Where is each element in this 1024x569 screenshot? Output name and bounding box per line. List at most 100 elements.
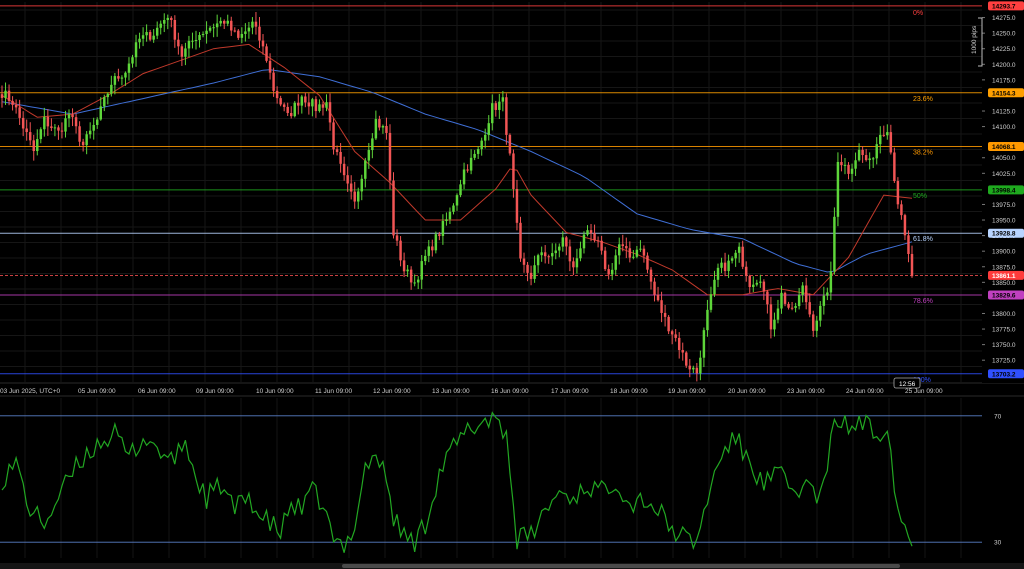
candle-body [434, 234, 438, 251]
candle-body [131, 57, 134, 64]
time-tick-label: 25 Jun 09:00 [905, 388, 943, 395]
candle-body [822, 295, 826, 306]
candle-body [184, 48, 187, 57]
candle-body [208, 27, 212, 31]
candle-body [448, 211, 452, 220]
price-tick-label: 14050.0 [992, 155, 1016, 162]
fib-price-badge-label: 13928.8 [992, 231, 1016, 238]
candle-body [452, 205, 455, 212]
horizontal-scrollbar[interactable] [0, 563, 1024, 569]
candle-body [424, 255, 427, 262]
candle-body [716, 267, 720, 280]
candle-body [882, 134, 886, 136]
candle-body [466, 169, 469, 171]
candle-body [780, 292, 783, 309]
candle-body [522, 258, 526, 265]
candle-body [762, 281, 766, 292]
price-tick-label: 14275.0 [992, 15, 1016, 22]
candle-body [385, 125, 388, 133]
price-tick-label: 13750.0 [992, 342, 1016, 349]
candle-body [230, 20, 233, 31]
candle-body [325, 102, 328, 108]
time-tick-label: 19 Jun 09:00 [668, 388, 706, 395]
fib-label: 38.2% [913, 149, 933, 156]
time-tick-label: 06 Jun 09:00 [138, 388, 176, 395]
candle-body [889, 132, 893, 153]
candle-body [667, 316, 670, 332]
candle-body [339, 151, 342, 164]
scale-note: 1000 pips [971, 25, 978, 54]
candle-body [896, 181, 900, 205]
candle-body [74, 117, 78, 127]
candle-body [335, 149, 339, 152]
candle-body [685, 352, 688, 366]
candle-body [603, 250, 607, 270]
candle-body [695, 367, 699, 374]
candle-body [289, 113, 293, 117]
candle-body [512, 153, 515, 189]
candle-body [388, 132, 392, 181]
candle-body [864, 155, 868, 161]
candle-body [332, 122, 335, 150]
time-badge-label: 12:56 [899, 381, 916, 388]
candle-body [473, 153, 476, 158]
candle-body [646, 255, 649, 270]
candle-body [127, 63, 131, 73]
time-tick-label: 13 Jun 09:00 [432, 388, 470, 395]
candle-body [7, 90, 11, 101]
candle-body [170, 17, 173, 20]
candle-body [505, 97, 508, 135]
candle-body [459, 184, 462, 196]
candle-body [11, 100, 14, 105]
fib-price-badge-label: 14068.1 [992, 144, 1016, 151]
candle-body [554, 250, 557, 254]
candle-body [804, 285, 808, 303]
candle-body [180, 46, 184, 57]
candle-body [533, 265, 536, 279]
candle-body [748, 276, 751, 288]
candle-body [910, 253, 914, 277]
candle-body [815, 320, 819, 331]
candle-body [222, 20, 226, 24]
candle-body [529, 272, 533, 279]
candle-body [399, 240, 402, 261]
time-tick-label: 24 Jun 09:00 [846, 388, 884, 395]
candle-body [769, 304, 773, 330]
candle-body [709, 294, 713, 310]
candle-body [819, 305, 822, 321]
candle-body [826, 292, 829, 296]
candle-body [543, 252, 547, 257]
candle-body [893, 152, 896, 182]
fib-price-badge-label: 13703.2 [992, 371, 1016, 378]
candle-body [561, 237, 565, 247]
candle-body [681, 350, 684, 353]
candle-body [741, 246, 744, 267]
candle-body [438, 234, 441, 236]
candle-body [639, 248, 642, 250]
candle-body [342, 163, 346, 176]
candle-body [727, 260, 730, 272]
time-tick-label: 03 Jun 2025, UTC+0 [0, 388, 61, 395]
candle-body [755, 282, 759, 285]
chart-background [0, 0, 1024, 569]
candle-body [677, 337, 681, 351]
candle-body [297, 102, 300, 106]
candle-body [163, 20, 166, 24]
candle-body [720, 262, 723, 268]
candle-body [801, 285, 804, 295]
candle-body [201, 34, 205, 36]
candle-body [36, 139, 39, 152]
candle-body [737, 246, 741, 253]
fib-label: 50% [913, 193, 927, 200]
candle-body [783, 292, 787, 304]
price-tick-label: 13800.0 [992, 311, 1016, 318]
candle-body [261, 40, 265, 47]
chart-area[interactable]: 0%23.6%38.2%50%61.8%78.6%100% 14275.0142… [0, 0, 1024, 569]
candle-body [600, 240, 603, 251]
scrollbar-thumb[interactable] [342, 564, 900, 568]
candle-body [498, 101, 501, 110]
candle-body [187, 40, 191, 49]
price-tick-label: 13775.0 [992, 327, 1016, 334]
candle-body [367, 150, 371, 161]
candle-body [279, 98, 282, 105]
